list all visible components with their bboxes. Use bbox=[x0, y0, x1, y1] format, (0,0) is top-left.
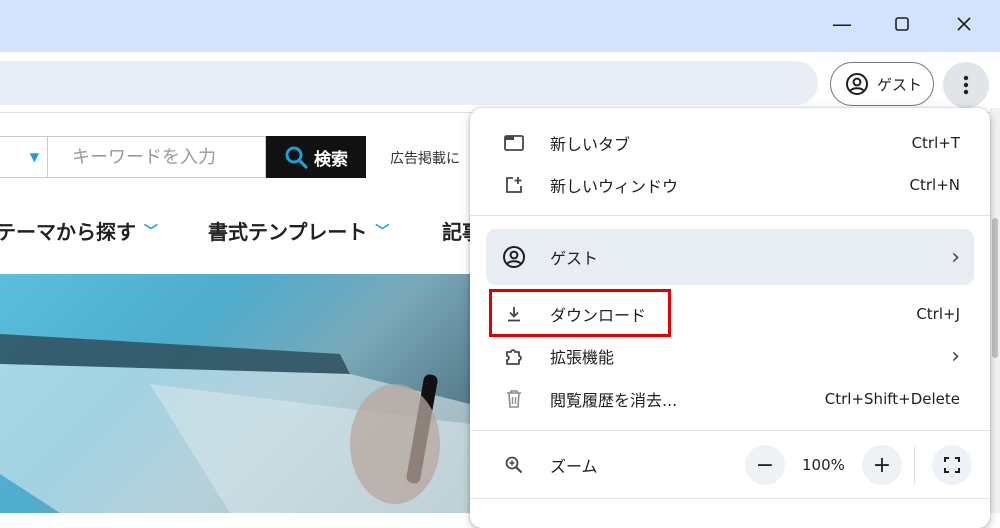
page-scrollbar[interactable] bbox=[990, 108, 1000, 513]
keyword-input[interactable] bbox=[48, 136, 266, 178]
minus-icon: − bbox=[755, 452, 775, 478]
menu-item-extensions[interactable]: 拡張機能 › bbox=[486, 336, 974, 376]
minimize-icon: — bbox=[832, 12, 852, 36]
chrome-menu-button[interactable] bbox=[943, 62, 989, 108]
nav-item-label: テーマから探す bbox=[0, 220, 136, 244]
zoom-level: 100% bbox=[802, 456, 845, 474]
nav-item-templates[interactable]: 書式テンプレート ﹀ bbox=[208, 216, 389, 245]
more-vert-icon bbox=[963, 75, 969, 95]
downloads-highlight-box bbox=[489, 289, 671, 337]
plus-icon: + bbox=[872, 452, 892, 478]
new-window-icon bbox=[502, 173, 526, 197]
profile-label: ゲスト bbox=[877, 75, 923, 94]
menu-divider bbox=[470, 430, 990, 431]
category-select[interactable]: ▼ bbox=[0, 136, 48, 178]
address-bar[interactable] bbox=[0, 61, 818, 105]
chevron-down-icon: ﹀ bbox=[144, 223, 158, 240]
account-circle-icon bbox=[502, 245, 526, 269]
menu-item-new-window[interactable]: 新しいウィンドウ Ctrl+N bbox=[486, 165, 974, 205]
minimize-button[interactable]: — bbox=[812, 0, 872, 48]
tab-icon bbox=[502, 131, 526, 155]
account-circle-icon bbox=[846, 73, 868, 95]
scrollbar-thumb[interactable] bbox=[992, 218, 998, 358]
search-button[interactable]: 検索 bbox=[266, 136, 366, 178]
search-button-label: 検索 bbox=[314, 149, 348, 170]
ad-link[interactable]: 広告掲載に bbox=[390, 148, 460, 168]
menu-item-clear-history[interactable]: 閲覧履歴を消去... Ctrl+Shift+Delete bbox=[486, 379, 974, 419]
puzzle-icon bbox=[502, 344, 526, 368]
nav-item-label: 書式テンプレート bbox=[208, 220, 368, 244]
zoom-divider bbox=[914, 445, 915, 485]
menu-divider bbox=[470, 215, 990, 216]
chevron-down-icon: ﹀ bbox=[375, 223, 390, 240]
fullscreen-icon bbox=[944, 457, 960, 473]
zoom-out-button[interactable]: − bbox=[745, 445, 785, 485]
chevron-down-icon: ▼ bbox=[29, 150, 39, 164]
site-nav: テーマから探す ﹀ 書式テンプレート ﹀ 記事 bbox=[0, 216, 482, 256]
profile-button[interactable]: ゲスト bbox=[830, 62, 934, 106]
maximize-icon bbox=[895, 17, 909, 31]
hero-illustration bbox=[0, 334, 470, 513]
browser-toolbar: ゲスト bbox=[0, 52, 1000, 112]
maximize-button[interactable] bbox=[872, 0, 932, 48]
hero-image bbox=[0, 274, 470, 513]
trash-icon bbox=[502, 387, 526, 411]
chevron-right-icon: › bbox=[951, 343, 960, 369]
zoom-in-button[interactable]: + bbox=[862, 445, 902, 485]
close-window-button[interactable] bbox=[934, 0, 994, 48]
site-search-bar: ▼ 検索 広告掲載に bbox=[0, 136, 480, 180]
nav-item-themes[interactable]: テーマから探す ﹀ bbox=[0, 216, 158, 245]
close-icon bbox=[957, 17, 971, 31]
chevron-right-icon: › bbox=[951, 244, 960, 270]
title-bar: — bbox=[0, 0, 1000, 52]
zoom-icon bbox=[502, 453, 526, 477]
search-icon bbox=[285, 146, 308, 169]
menu-item-new-tab[interactable]: 新しいタブ Ctrl+T bbox=[486, 123, 974, 163]
menu-divider bbox=[470, 498, 990, 499]
menu-item-guest[interactable]: ゲスト › bbox=[486, 229, 974, 285]
fullscreen-button[interactable] bbox=[932, 445, 972, 485]
